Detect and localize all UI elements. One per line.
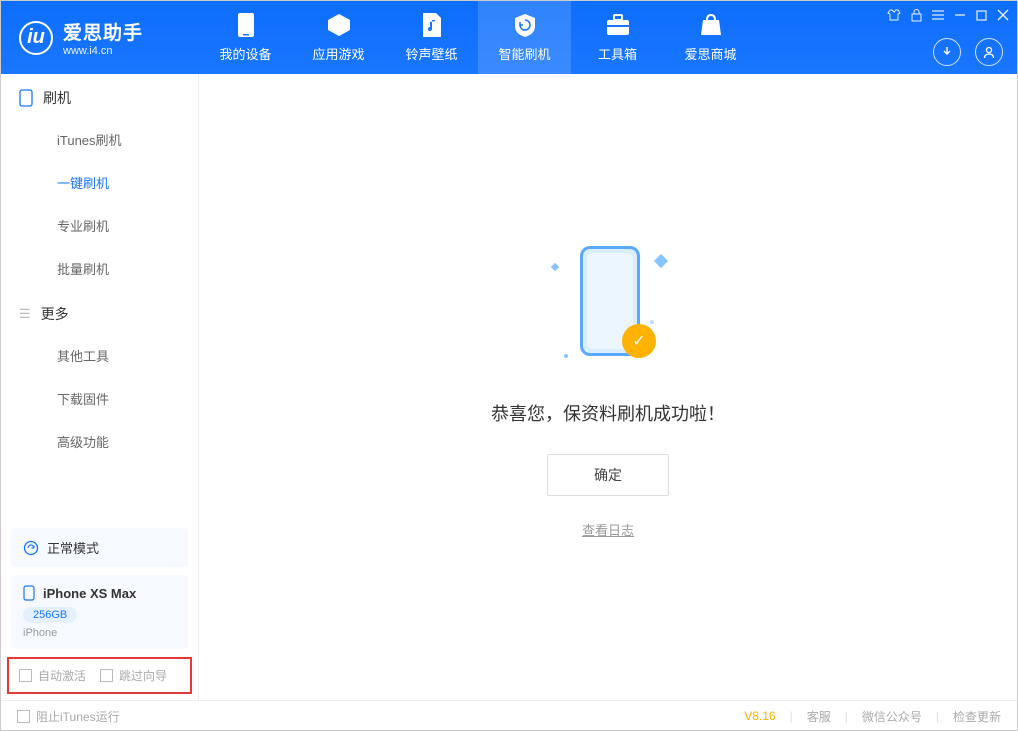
phone-outline-icon: [19, 89, 33, 107]
sidebar-item-other-tools[interactable]: 其他工具: [1, 334, 198, 377]
music-file-icon: [419, 12, 445, 38]
success-illustration: ✓: [538, 236, 678, 376]
menu-icon[interactable]: [932, 10, 944, 20]
checkbox-icon: [17, 710, 30, 723]
sparkle-icon: [650, 320, 654, 324]
customer-service-link[interactable]: 客服: [807, 708, 831, 725]
sidebar-item-oneclick-flash[interactable]: 一键刷机: [1, 161, 198, 204]
device-name-text: iPhone XS Max: [43, 586, 136, 601]
device-icon: [233, 12, 259, 38]
checkbox-icon: [100, 669, 113, 682]
tab-smart-flash[interactable]: 智能刷机: [478, 1, 571, 74]
checkbox-auto-activate[interactable]: 自动激活: [19, 667, 86, 684]
device-storage-badge: 256GB: [23, 607, 77, 623]
tab-apps-games[interactable]: 应用游戏: [292, 1, 385, 74]
sidebar-item-pro-flash[interactable]: 专业刷机: [1, 204, 198, 247]
wechat-link[interactable]: 微信公众号: [862, 708, 922, 725]
checkbox-skip-wizard[interactable]: 跳过向导: [100, 667, 167, 684]
tab-ringtones-wallpapers[interactable]: 铃声壁纸: [385, 1, 478, 74]
close-button[interactable]: [997, 9, 1009, 21]
cube-icon: [326, 12, 352, 38]
device-type-text: iPhone: [23, 627, 176, 639]
checkbox-icon: [19, 669, 32, 682]
minimize-button[interactable]: [954, 9, 966, 21]
logo-area: iu 爱思助手 www.i4.cn: [1, 18, 199, 57]
lock-icon[interactable]: [911, 9, 922, 22]
sidebar-section-flash: 刷机: [1, 74, 198, 118]
main-content: ✓ 恭喜您，保资料刷机成功啦！ 确定 查看日志: [199, 74, 1017, 700]
device-info-card[interactable]: iPhone XS Max 256GB iPhone: [11, 575, 188, 649]
shirt-icon[interactable]: [887, 9, 901, 21]
check-update-link[interactable]: 检查更新: [953, 708, 1001, 725]
sidebar: 刷机 iTunes刷机 一键刷机 专业刷机 批量刷机 ☰ 更多 其他工具 下载固…: [1, 74, 199, 700]
user-icon[interactable]: [975, 38, 1003, 66]
sparkle-icon: [654, 253, 668, 267]
window-controls-top: [887, 5, 1009, 25]
check-badge-icon: ✓: [622, 324, 656, 358]
version-text: V8.16: [744, 709, 775, 723]
download-icon[interactable]: [933, 38, 961, 66]
device-mode-text: 正常模式: [47, 538, 99, 557]
sparkle-icon: [564, 354, 568, 358]
phone-small-icon: [23, 585, 35, 601]
tab-my-device[interactable]: 我的设备: [199, 1, 292, 74]
success-message: 恭喜您，保资料刷机成功啦！: [491, 400, 725, 426]
bag-icon: [698, 12, 724, 38]
checkbox-block-itunes[interactable]: 阻止iTunes运行: [17, 708, 120, 725]
device-panel: 正常模式 iPhone XS Max 256GB iPhone 自动激活 跳过向…: [1, 520, 198, 700]
sidebar-section-more: ☰ 更多: [1, 290, 198, 334]
nav-tabs: 我的设备 应用游戏 铃声壁纸 智能刷机 工具箱: [199, 1, 757, 74]
tab-store[interactable]: 爱思商城: [664, 1, 757, 74]
statusbar: 阻止iTunes运行 V8.16 | 客服 | 微信公众号 | 检查更新: [1, 700, 1017, 731]
app-logo-icon: iu: [19, 21, 53, 55]
toolbox-icon: [605, 12, 631, 38]
maximize-button[interactable]: [976, 10, 987, 21]
sidebar-item-batch-flash[interactable]: 批量刷机: [1, 247, 198, 290]
shield-sync-icon: [512, 12, 538, 38]
sync-icon: [23, 540, 39, 556]
body: 刷机 iTunes刷机 一键刷机 专业刷机 批量刷机 ☰ 更多 其他工具 下载固…: [1, 74, 1017, 700]
list-icon: ☰: [19, 306, 31, 322]
tab-toolbox[interactable]: 工具箱: [571, 1, 664, 74]
options-row: 自动激活 跳过向导: [7, 657, 192, 694]
sidebar-item-advanced[interactable]: 高级功能: [1, 420, 198, 463]
ok-button[interactable]: 确定: [547, 454, 669, 496]
sidebar-item-itunes-flash[interactable]: iTunes刷机: [1, 118, 198, 161]
device-mode-card[interactable]: 正常模式: [11, 528, 188, 567]
logo-text: 爱思助手 www.i4.cn: [63, 18, 143, 57]
window-controls-bottom: [933, 38, 1003, 66]
sparkle-icon: [551, 262, 559, 270]
view-log-link[interactable]: 查看日志: [582, 520, 634, 539]
sidebar-item-download-firmware[interactable]: 下载固件: [1, 377, 198, 420]
titlebar: iu 爱思助手 www.i4.cn 我的设备 应用游戏 铃声壁纸: [1, 1, 1017, 74]
app-name: 爱思助手: [63, 18, 143, 45]
app-url: www.i4.cn: [63, 45, 143, 57]
